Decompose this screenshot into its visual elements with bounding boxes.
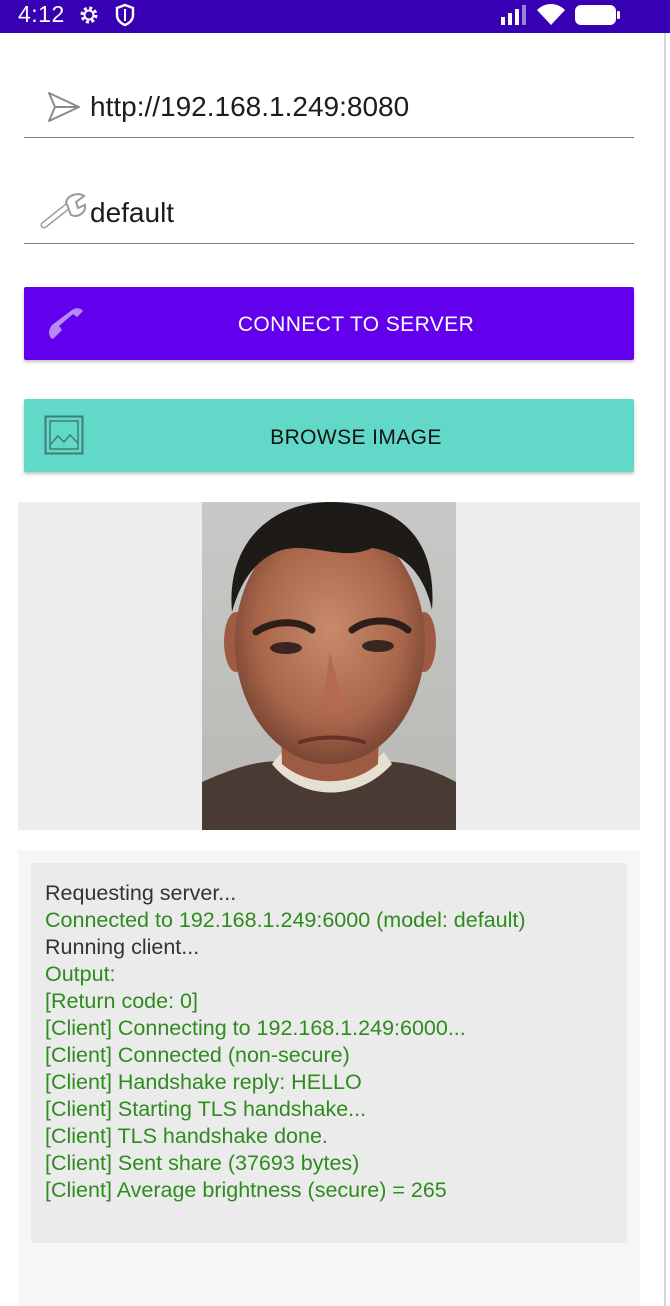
shield-icon	[114, 3, 136, 32]
log-output: Requesting server... Connected to 192.168…	[31, 863, 627, 1243]
model-field[interactable]: default	[24, 174, 634, 244]
log-line: Running client...	[45, 935, 200, 959]
status-bar: 4:12	[0, 0, 670, 33]
log-line: [Client] Handshake reply: HELLO	[45, 1070, 362, 1094]
signal-icon	[499, 3, 529, 32]
log-line: [Client] Connecting to 192.168.1.249:600…	[45, 1016, 466, 1040]
window-edge	[664, 33, 666, 1306]
log-line: Requesting server...	[45, 881, 237, 905]
model-value: default	[90, 197, 175, 228]
send-icon	[46, 90, 82, 129]
selected-photo	[202, 502, 456, 830]
log-line: Output:	[45, 962, 116, 986]
battery-icon	[574, 4, 622, 31]
log-line: [Return code: 0]	[45, 989, 198, 1013]
server-url-field[interactable]: http://192.168.1.249:8080	[24, 68, 634, 138]
browse-button-label: BROWSE IMAGE	[270, 426, 442, 449]
log-lines: Requesting server... Connected to 192.168…	[45, 880, 526, 1204]
server-url-value: http://192.168.1.249:8080	[90, 91, 410, 122]
log-line: [Client] Average brightness (secure) = 2…	[45, 1178, 447, 1202]
browse-image-button[interactable]: BROWSE IMAGE	[24, 399, 634, 472]
log-line: [Client] Starting TLS handshake...	[45, 1097, 367, 1121]
connect-to-server-button[interactable]: CONNECT TO SERVER	[24, 287, 634, 360]
wifi-icon	[536, 3, 566, 32]
status-time: 4:12	[18, 1, 65, 27]
log-line: [Client] TLS handshake done.	[45, 1124, 328, 1148]
log-line: [Client] Connected (non-secure)	[45, 1043, 350, 1067]
log-line: [Client] Sent share (37693 bytes)	[45, 1151, 360, 1175]
connect-button-label: CONNECT TO SERVER	[237, 313, 475, 336]
log-line: Connected to 192.168.1.249:6000 (model: …	[45, 908, 526, 932]
wrench-icon	[38, 192, 90, 237]
gear-icon	[77, 3, 101, 32]
log-panel: Requesting server... Connected to 192.168…	[18, 850, 640, 1306]
image-preview-panel	[18, 502, 640, 830]
